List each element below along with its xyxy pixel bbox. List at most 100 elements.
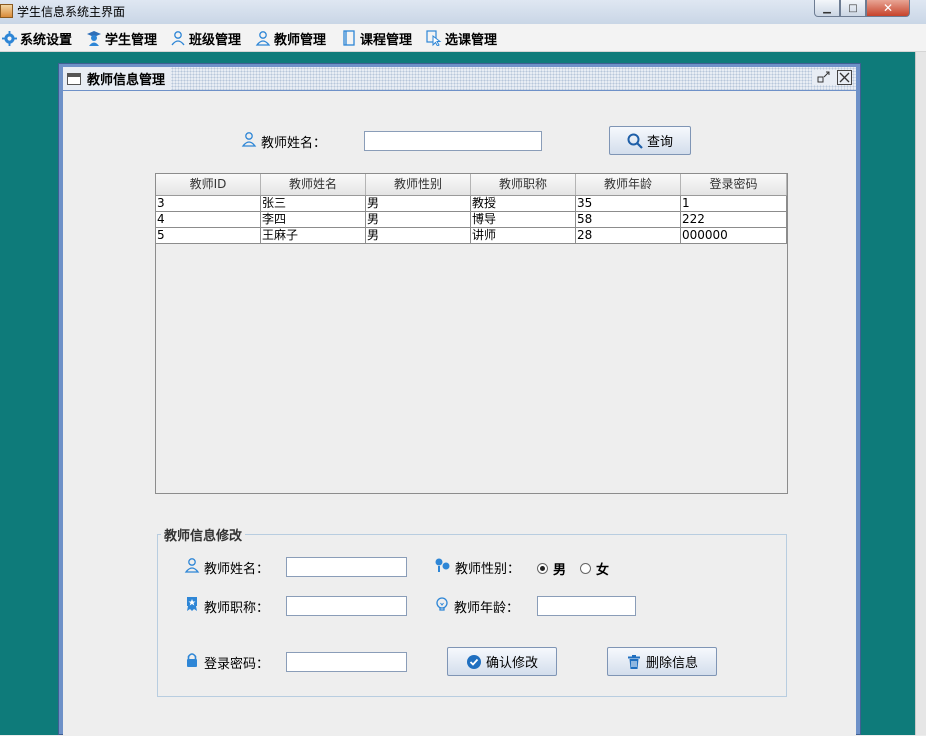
edit-title-input[interactable] — [286, 596, 407, 616]
table-cell[interactable]: 35 — [576, 196, 681, 212]
minimize-icon: ▁ — [823, 2, 831, 14]
maximize-icon: □ — [848, 2, 858, 14]
edit-name-label-text: 教师姓名： — [204, 561, 270, 577]
table-cell[interactable]: 李四 — [261, 212, 366, 228]
menu-label: 课程管理 — [360, 32, 413, 48]
gender-radio-group: 男 女 — [537, 559, 609, 578]
table-cell[interactable]: 5 — [156, 228, 261, 244]
person-icon — [184, 557, 200, 577]
frame-title: 教师信息管理 — [87, 73, 166, 88]
edit-password-label-text: 登录密码： — [204, 656, 270, 672]
menu-class-management[interactable]: 班级管理 — [170, 28, 241, 48]
table-cell[interactable]: 1 — [681, 196, 787, 212]
check-circle-icon — [466, 654, 481, 669]
table-cell[interactable]: 博导 — [471, 212, 576, 228]
table-cell[interactable]: 教授 — [471, 196, 576, 212]
edit-name-label: 教师姓名： — [184, 557, 269, 577]
confirm-edit-button[interactable]: 确认修改 — [447, 647, 557, 676]
app-icon — [0, 4, 13, 18]
table-header: 教师ID 教师姓名 教师性别 教师职称 教师年龄 登录密码 — [156, 174, 787, 196]
menu-course-selection-management[interactable]: 选课管理 — [426, 28, 497, 48]
table-row[interactable]: 5 王麻子 男 讲师 28 000000 — [156, 228, 787, 244]
class-icon — [170, 30, 186, 46]
table-cell[interactable]: 男 — [366, 196, 471, 212]
search-button-label: 查询 — [646, 135, 673, 150]
frame-restore-button[interactable] — [816, 70, 831, 85]
table-cell[interactable]: 男 — [366, 228, 471, 244]
frame-close-button[interactable] — [837, 70, 852, 85]
window-right-edge — [915, 52, 926, 735]
table-cell[interactable]: 张三 — [261, 196, 366, 212]
menu-student-management[interactable]: 学生管理 — [86, 28, 157, 48]
search-name-label: 教师姓名： — [241, 131, 326, 151]
menu-label: 教师管理 — [274, 32, 327, 48]
teacher-table: 教师ID 教师姓名 教师性别 教师职称 教师年龄 登录密码 3 张三 男 教授 … — [155, 173, 788, 494]
menu-label: 选课管理 — [445, 32, 498, 48]
frame-icon — [67, 72, 81, 85]
column-header[interactable]: 教师年龄 — [576, 174, 681, 195]
close-button[interactable]: ✕ — [866, 0, 910, 17]
frame-content: 教师姓名： 查询 教师ID 教师姓名 教师性别 教师职称 教师年龄 登录密码 3… — [63, 91, 856, 736]
edit-gender-label: 教师性别： — [434, 557, 520, 577]
menu-course-management[interactable]: 课程管理 — [341, 28, 412, 48]
column-header[interactable]: 教师性别 — [366, 174, 471, 195]
edit-age-input[interactable] — [537, 596, 636, 616]
menu-label: 班级管理 — [189, 32, 242, 48]
bulb-icon — [434, 596, 450, 616]
table-cell[interactable]: 000000 — [681, 228, 787, 244]
restore-icon — [817, 71, 830, 83]
edit-password-label: 登录密码： — [184, 652, 269, 672]
edit-group-title: 教师信息修改 — [161, 525, 246, 544]
edit-age-label-text: 教师年龄： — [454, 600, 520, 616]
edit-title-label-text: 教师职称： — [204, 600, 270, 616]
menu-teacher-management[interactable]: 教师管理 — [255, 28, 326, 48]
award-icon — [184, 596, 200, 616]
select-icon — [426, 30, 442, 46]
delete-button-label: 删除信息 — [645, 656, 698, 671]
edit-gender-label-text: 教师性别： — [455, 561, 521, 577]
table-cell[interactable]: 男 — [366, 212, 471, 228]
gender-option-female[interactable]: 女 — [596, 559, 609, 578]
table-cell[interactable]: 3 — [156, 196, 261, 212]
table-cell[interactable]: 4 — [156, 212, 261, 228]
close-icon: ✕ — [882, 1, 894, 15]
table-cell[interactable]: 58 — [576, 212, 681, 228]
table-cell[interactable]: 王麻子 — [261, 228, 366, 244]
gender-icon — [434, 557, 451, 577]
frame-titlebar[interactable]: 教师信息管理 — [63, 67, 856, 90]
student-icon — [86, 30, 102, 46]
edit-name-input[interactable] — [286, 557, 407, 577]
table-cell[interactable]: 222 — [681, 212, 787, 228]
trash-icon — [627, 654, 640, 669]
table-cell[interactable]: 讲师 — [471, 228, 576, 244]
column-header[interactable]: 登录密码 — [681, 174, 787, 195]
search-icon — [627, 133, 643, 149]
maximize-button[interactable]: □ — [840, 0, 866, 17]
gender-radio-female[interactable] — [580, 563, 592, 574]
minimize-button[interactable]: ▁ — [814, 0, 840, 17]
window-titlebar: 学生信息系统主界面 ▁ □ ✕ — [0, 0, 926, 24]
window-title: 学生信息系统主界面 — [17, 5, 126, 19]
column-header[interactable]: 教师ID — [156, 174, 261, 195]
edit-age-label: 教师年龄： — [434, 596, 519, 616]
close-icon — [839, 72, 850, 83]
column-header[interactable]: 教师职称 — [471, 174, 576, 195]
gender-option-male[interactable]: 男 — [553, 559, 566, 578]
table-cell[interactable]: 28 — [576, 228, 681, 244]
edit-password-input[interactable] — [286, 652, 407, 672]
teacher-management-frame: 教师信息管理 教师姓名： 查询 教师ID 教师姓名 教师性别 教师职称 教师年龄… — [58, 63, 861, 736]
menu-system-settings[interactable]: 系统设置 — [1, 28, 72, 48]
table-row[interactable]: 4 李四 男 博导 58 222 — [156, 212, 787, 228]
menu-label: 系统设置 — [20, 32, 73, 48]
teacher-icon — [255, 30, 271, 46]
table-row[interactable]: 3 张三 男 教授 35 1 — [156, 196, 787, 212]
column-header[interactable]: 教师姓名 — [261, 174, 366, 195]
delete-button[interactable]: 删除信息 — [607, 647, 717, 676]
search-name-input[interactable] — [364, 131, 542, 151]
person-icon — [241, 131, 257, 151]
search-label-text: 教师姓名： — [261, 135, 327, 151]
gear-icon — [1, 30, 17, 46]
search-button[interactable]: 查询 — [609, 126, 691, 155]
gender-radio-male[interactable] — [537, 563, 548, 574]
edit-title-label: 教师职称： — [184, 596, 269, 616]
